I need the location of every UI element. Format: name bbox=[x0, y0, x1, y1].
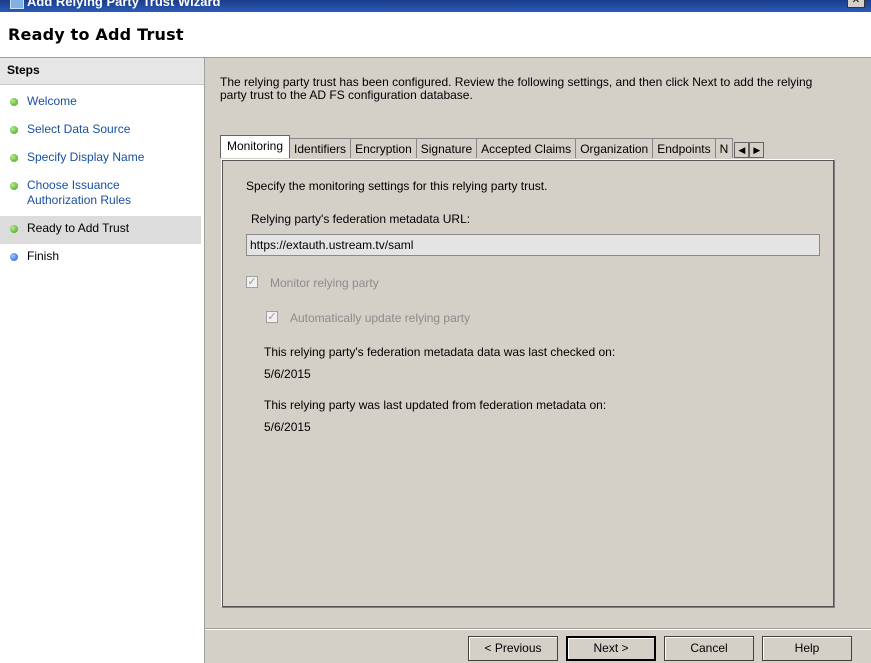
step-welcome[interactable]: Welcome bbox=[0, 94, 201, 109]
steps-sidebar: Steps Welcome Select Data Source Specify… bbox=[0, 58, 205, 663]
step-label: Select Data Source bbox=[27, 122, 131, 136]
last-checked-label: This relying party's federation metadata… bbox=[264, 345, 616, 359]
tab-scroll-right-icon[interactable]: ▶ bbox=[749, 142, 765, 158]
step-complete-icon bbox=[10, 126, 18, 134]
title-bar: Add Relying Party Trust Wizard ✕ bbox=[0, 0, 871, 12]
step-ready-to-add-trust: Ready to Add Trust bbox=[0, 216, 201, 244]
help-button[interactable]: Help bbox=[762, 636, 852, 661]
metadata-url-label: Relying party's federation metadata URL: bbox=[251, 212, 471, 226]
panel-border bbox=[222, 160, 834, 607]
tab-scroll-left-icon[interactable]: ◀ bbox=[734, 142, 750, 158]
step-select-data-source[interactable]: Select Data Source bbox=[0, 122, 201, 137]
monitoring-panel: Specify the monitoring settings for this… bbox=[221, 159, 835, 608]
metadata-url-field[interactable]: https://extauth.ustream.tv/saml bbox=[246, 234, 820, 256]
monitor-relying-party-checkbox[interactable]: ✓ bbox=[246, 276, 258, 288]
wizard-app-icon bbox=[10, 0, 24, 9]
tab-signature[interactable]: Signature bbox=[415, 138, 478, 158]
last-checked-value: 5/6/2015 bbox=[264, 367, 311, 381]
step-label: Specify Display Name bbox=[27, 150, 145, 164]
tab-notes[interactable]: N bbox=[714, 138, 734, 158]
intro-text: The relying party trust has been configu… bbox=[220, 75, 813, 102]
tab-monitoring[interactable]: Monitoring bbox=[220, 135, 291, 158]
window-title: Add Relying Party Trust Wizard bbox=[27, 0, 221, 9]
monitor-relying-party-label: Monitor relying party bbox=[270, 276, 379, 290]
step-label: Finish bbox=[27, 249, 60, 263]
step-complete-icon bbox=[10, 154, 18, 162]
next-button[interactable]: Next > bbox=[566, 636, 656, 661]
step-choose-issuance-authorization-rules[interactable]: Choose Issuance Authorization Rules bbox=[0, 178, 201, 208]
tab-organization[interactable]: Organization bbox=[575, 138, 654, 158]
steps-heading: Steps bbox=[0, 58, 204, 85]
step-label: Welcome bbox=[27, 94, 77, 108]
step-finish: Finish bbox=[0, 249, 201, 264]
step-specify-display-name[interactable]: Specify Display Name bbox=[0, 150, 201, 165]
wizard-header: Ready to Add Trust bbox=[0, 12, 871, 58]
tab-scroll-buttons: ◀ ▶ bbox=[734, 142, 765, 158]
step-complete-icon bbox=[10, 98, 18, 106]
tab-encryption[interactable]: Encryption bbox=[350, 138, 417, 158]
step-complete-icon bbox=[10, 182, 18, 190]
step-complete-icon bbox=[10, 225, 18, 233]
previous-button[interactable]: < Previous bbox=[468, 636, 558, 661]
last-updated-value: 5/6/2015 bbox=[264, 420, 311, 434]
step-label: Choose Issuance Authorization Rules bbox=[27, 178, 132, 207]
footer-separator bbox=[205, 628, 871, 630]
tab-endpoints[interactable]: Endpoints bbox=[652, 138, 716, 158]
last-updated-label: This relying party was last updated from… bbox=[264, 398, 607, 412]
cancel-button[interactable]: Cancel bbox=[664, 636, 754, 661]
tab-identifiers[interactable]: Identifiers bbox=[289, 138, 352, 158]
page-title: Ready to Add Trust bbox=[8, 25, 184, 44]
monitoring-description: Specify the monitoring settings for this… bbox=[246, 179, 548, 193]
auto-update-checkbox[interactable]: ✓ bbox=[266, 311, 278, 323]
step-pending-icon bbox=[10, 253, 18, 261]
settings-tabs: Monitoring Identifiers Encryption Signat… bbox=[220, 135, 765, 158]
close-button[interactable]: ✕ bbox=[847, 0, 865, 8]
step-label: Ready to Add Trust bbox=[27, 221, 130, 235]
tab-accepted-claims[interactable]: Accepted Claims bbox=[476, 138, 577, 158]
auto-update-label: Automatically update relying party bbox=[290, 311, 471, 325]
